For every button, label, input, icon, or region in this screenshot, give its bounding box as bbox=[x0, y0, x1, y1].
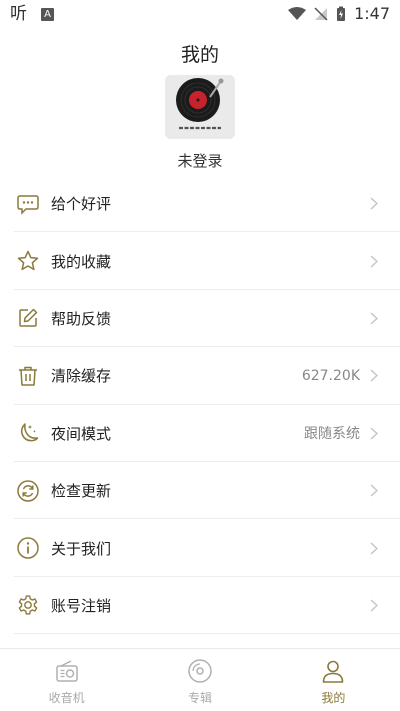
menu-item-label: 检查更新 bbox=[51, 482, 112, 501]
tab-radio[interactable]: 收音机 bbox=[0, 649, 133, 711]
menu-item-rate[interactable]: 给个好评 bbox=[0, 175, 400, 233]
login-status[interactable]: 未登录 bbox=[0, 150, 400, 171]
battery-charging-icon bbox=[337, 6, 346, 21]
chevron-right-icon bbox=[370, 426, 380, 440]
star-icon bbox=[16, 249, 40, 273]
notification-a-icon: A bbox=[41, 7, 54, 21]
settings-menu: 给个好评 我的收藏 帮助反馈 清除缓存 627.20K 夜间模式 跟随系统 检查… bbox=[0, 175, 400, 635]
edit-icon bbox=[16, 306, 40, 330]
menu-item-about[interactable]: 关于我们 bbox=[0, 519, 400, 578]
chevron-right-icon bbox=[370, 369, 380, 383]
tab-label: 收音机 bbox=[48, 691, 85, 705]
clock: 1:47 bbox=[354, 4, 390, 23]
chevron-right-icon bbox=[370, 598, 380, 612]
menu-item-label: 帮助反馈 bbox=[51, 309, 112, 328]
chevron-right-icon bbox=[370, 311, 380, 325]
radio-icon bbox=[52, 656, 82, 686]
menu-item-label: 夜间模式 bbox=[51, 424, 112, 443]
no-signal-icon bbox=[314, 7, 328, 21]
menu-item-feedback[interactable]: 帮助反馈 bbox=[0, 290, 400, 348]
menu-item-check-update[interactable]: 检查更新 bbox=[0, 462, 400, 520]
chat-bubble-icon bbox=[16, 192, 40, 216]
tab-label: 专辑 bbox=[187, 691, 212, 705]
tab-label: 我的 bbox=[321, 691, 346, 705]
trash-icon bbox=[16, 364, 40, 388]
menu-item-label: 账号注销 bbox=[51, 596, 112, 615]
disc-icon bbox=[185, 656, 215, 686]
app-notification-icon: 听 bbox=[10, 4, 27, 24]
refresh-icon bbox=[16, 479, 40, 503]
menu-item-label: 给个好评 bbox=[51, 195, 112, 214]
night-mode-value: 跟随系统 bbox=[304, 426, 360, 443]
tab-album[interactable]: 专辑 bbox=[133, 649, 266, 711]
moon-icon bbox=[16, 421, 40, 445]
menu-item-label: 关于我们 bbox=[51, 539, 112, 558]
gear-icon bbox=[16, 593, 40, 617]
info-icon bbox=[16, 536, 40, 560]
chevron-right-icon bbox=[370, 254, 380, 268]
wifi-icon bbox=[288, 7, 307, 20]
bottom-tab-bar: 收音机 专辑 我的 bbox=[0, 648, 400, 711]
menu-item-label: 我的收藏 bbox=[51, 252, 112, 271]
avatar[interactable] bbox=[165, 75, 235, 139]
cache-size: 627.20K bbox=[301, 367, 360, 384]
menu-item-favorites[interactable]: 我的收藏 bbox=[0, 232, 400, 291]
tab-mine[interactable]: 我的 bbox=[267, 649, 400, 711]
menu-item-night-mode[interactable]: 夜间模式 跟随系统 bbox=[0, 405, 400, 463]
chevron-right-icon bbox=[370, 484, 380, 498]
menu-item-label: 清除缓存 bbox=[51, 367, 112, 386]
chevron-right-icon bbox=[370, 197, 380, 211]
chevron-right-icon bbox=[370, 541, 380, 555]
page-title: 我的 bbox=[180, 44, 219, 66]
vinyl-record-icon bbox=[165, 75, 235, 139]
menu-item-delete-account[interactable]: 账号注销 bbox=[0, 577, 400, 635]
person-icon bbox=[318, 656, 348, 686]
status-bar: 听 A 1:47 bbox=[0, 0, 400, 28]
menu-item-clear-cache[interactable]: 清除缓存 627.20K bbox=[0, 347, 400, 405]
